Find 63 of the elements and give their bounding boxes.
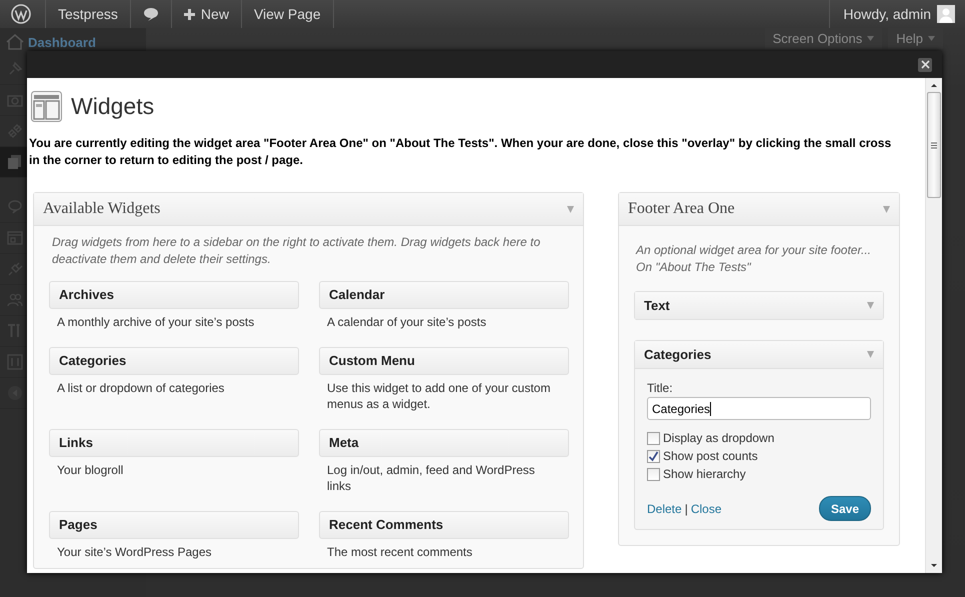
widget-item[interactable]: Recent Comments [319, 511, 569, 539]
widget-item[interactable]: Custom Menu [319, 347, 569, 375]
panel-description: Drag widgets from here to a sidebar on the right to activate them. Drag widgets back here to deactivate them and delete their settings. [52, 234, 542, 268]
close-icon [920, 60, 930, 69]
house-icon [6, 34, 24, 50]
toggle-icon[interactable] [867, 351, 874, 358]
delete-link[interactable]: Delete [647, 502, 682, 516]
pages-icon [7, 154, 23, 170]
comment-icon[interactable] [142, 7, 159, 21]
save-button[interactable]: Save [819, 496, 871, 521]
widget-title[interactable]: Text [644, 298, 670, 313]
page-heading: Widgets [71, 93, 154, 120]
panel-description: An optional widget area for your site footer... On "About The Tests" [636, 242, 872, 276]
checkbox[interactable] [647, 450, 660, 462]
notice-text: You are currently editing the widget area "Footer Area One" on "About The Tests". When your are done, close this "overlay" by clicking the small cross in the corner to return to editing the post / page. [29, 135, 892, 169]
widget-item[interactable]: Meta [319, 429, 569, 457]
panel-title: Footer Area One [628, 200, 735, 218]
widget-description: Use this widget to add one of your custom menus as a widget. [326, 380, 552, 413]
checkbox[interactable] [647, 432, 660, 444]
widget-item[interactable]: Archives [49, 281, 299, 309]
plug-icon [7, 261, 23, 277]
widget-item[interactable]: Calendar [319, 281, 569, 309]
settings-icon [7, 354, 23, 370]
comment-icon [7, 199, 23, 215]
widget-description: Log in/out, admin, feed and WordPress links [326, 462, 536, 495]
widgets-icon [31, 91, 62, 122]
close-link[interactable]: Close [690, 502, 722, 516]
widget-description: Your blogroll [56, 462, 124, 479]
users-icon [7, 292, 23, 308]
widget-description: A monthly archive of your site’s posts [56, 314, 256, 331]
panel-title: Available Widgets [43, 200, 160, 218]
widget-item[interactable]: Categories [49, 347, 299, 375]
scrollbar[interactable] [925, 78, 942, 573]
caret-icon [867, 36, 874, 41]
greeting: Howdy, admin [843, 6, 931, 22]
widget-item[interactable]: Pages [49, 511, 299, 539]
close-button[interactable] [918, 58, 932, 72]
toggle-icon[interactable] [567, 206, 574, 212]
scroll-thumb[interactable] [927, 92, 941, 198]
new-label: New [200, 6, 229, 22]
toggle-icon[interactable] [883, 206, 890, 212]
checkbox-label[interactable]: Show post counts [663, 449, 758, 463]
caret-icon [928, 36, 935, 41]
widget-title[interactable]: Categories [644, 347, 712, 362]
checkbox-label[interactable]: Display as dropdown [663, 431, 774, 445]
wordpress-logo-icon[interactable] [11, 4, 31, 24]
separator: | [684, 502, 688, 516]
widget-description: Your site’s WordPress Pages [56, 544, 213, 561]
pin-icon [7, 61, 23, 77]
widget-description: A list or dropdown of categories [56, 380, 226, 397]
field-label: Title: [647, 381, 674, 395]
layout-icon [7, 230, 23, 246]
checkbox-label[interactable]: Show hierarchy [663, 467, 746, 481]
checkbox[interactable] [647, 468, 660, 480]
widget-item[interactable]: Links [49, 429, 299, 457]
widget-description: A calendar of your site’s posts [326, 314, 488, 331]
plus-icon [184, 8, 195, 20]
title-field[interactable]: Categories [647, 397, 871, 420]
avatar-icon [937, 5, 955, 23]
widget-description: The most recent comments [326, 544, 474, 561]
toggle-icon[interactable] [867, 302, 874, 309]
camera-icon [7, 93, 23, 107]
collapse-icon [7, 385, 23, 401]
